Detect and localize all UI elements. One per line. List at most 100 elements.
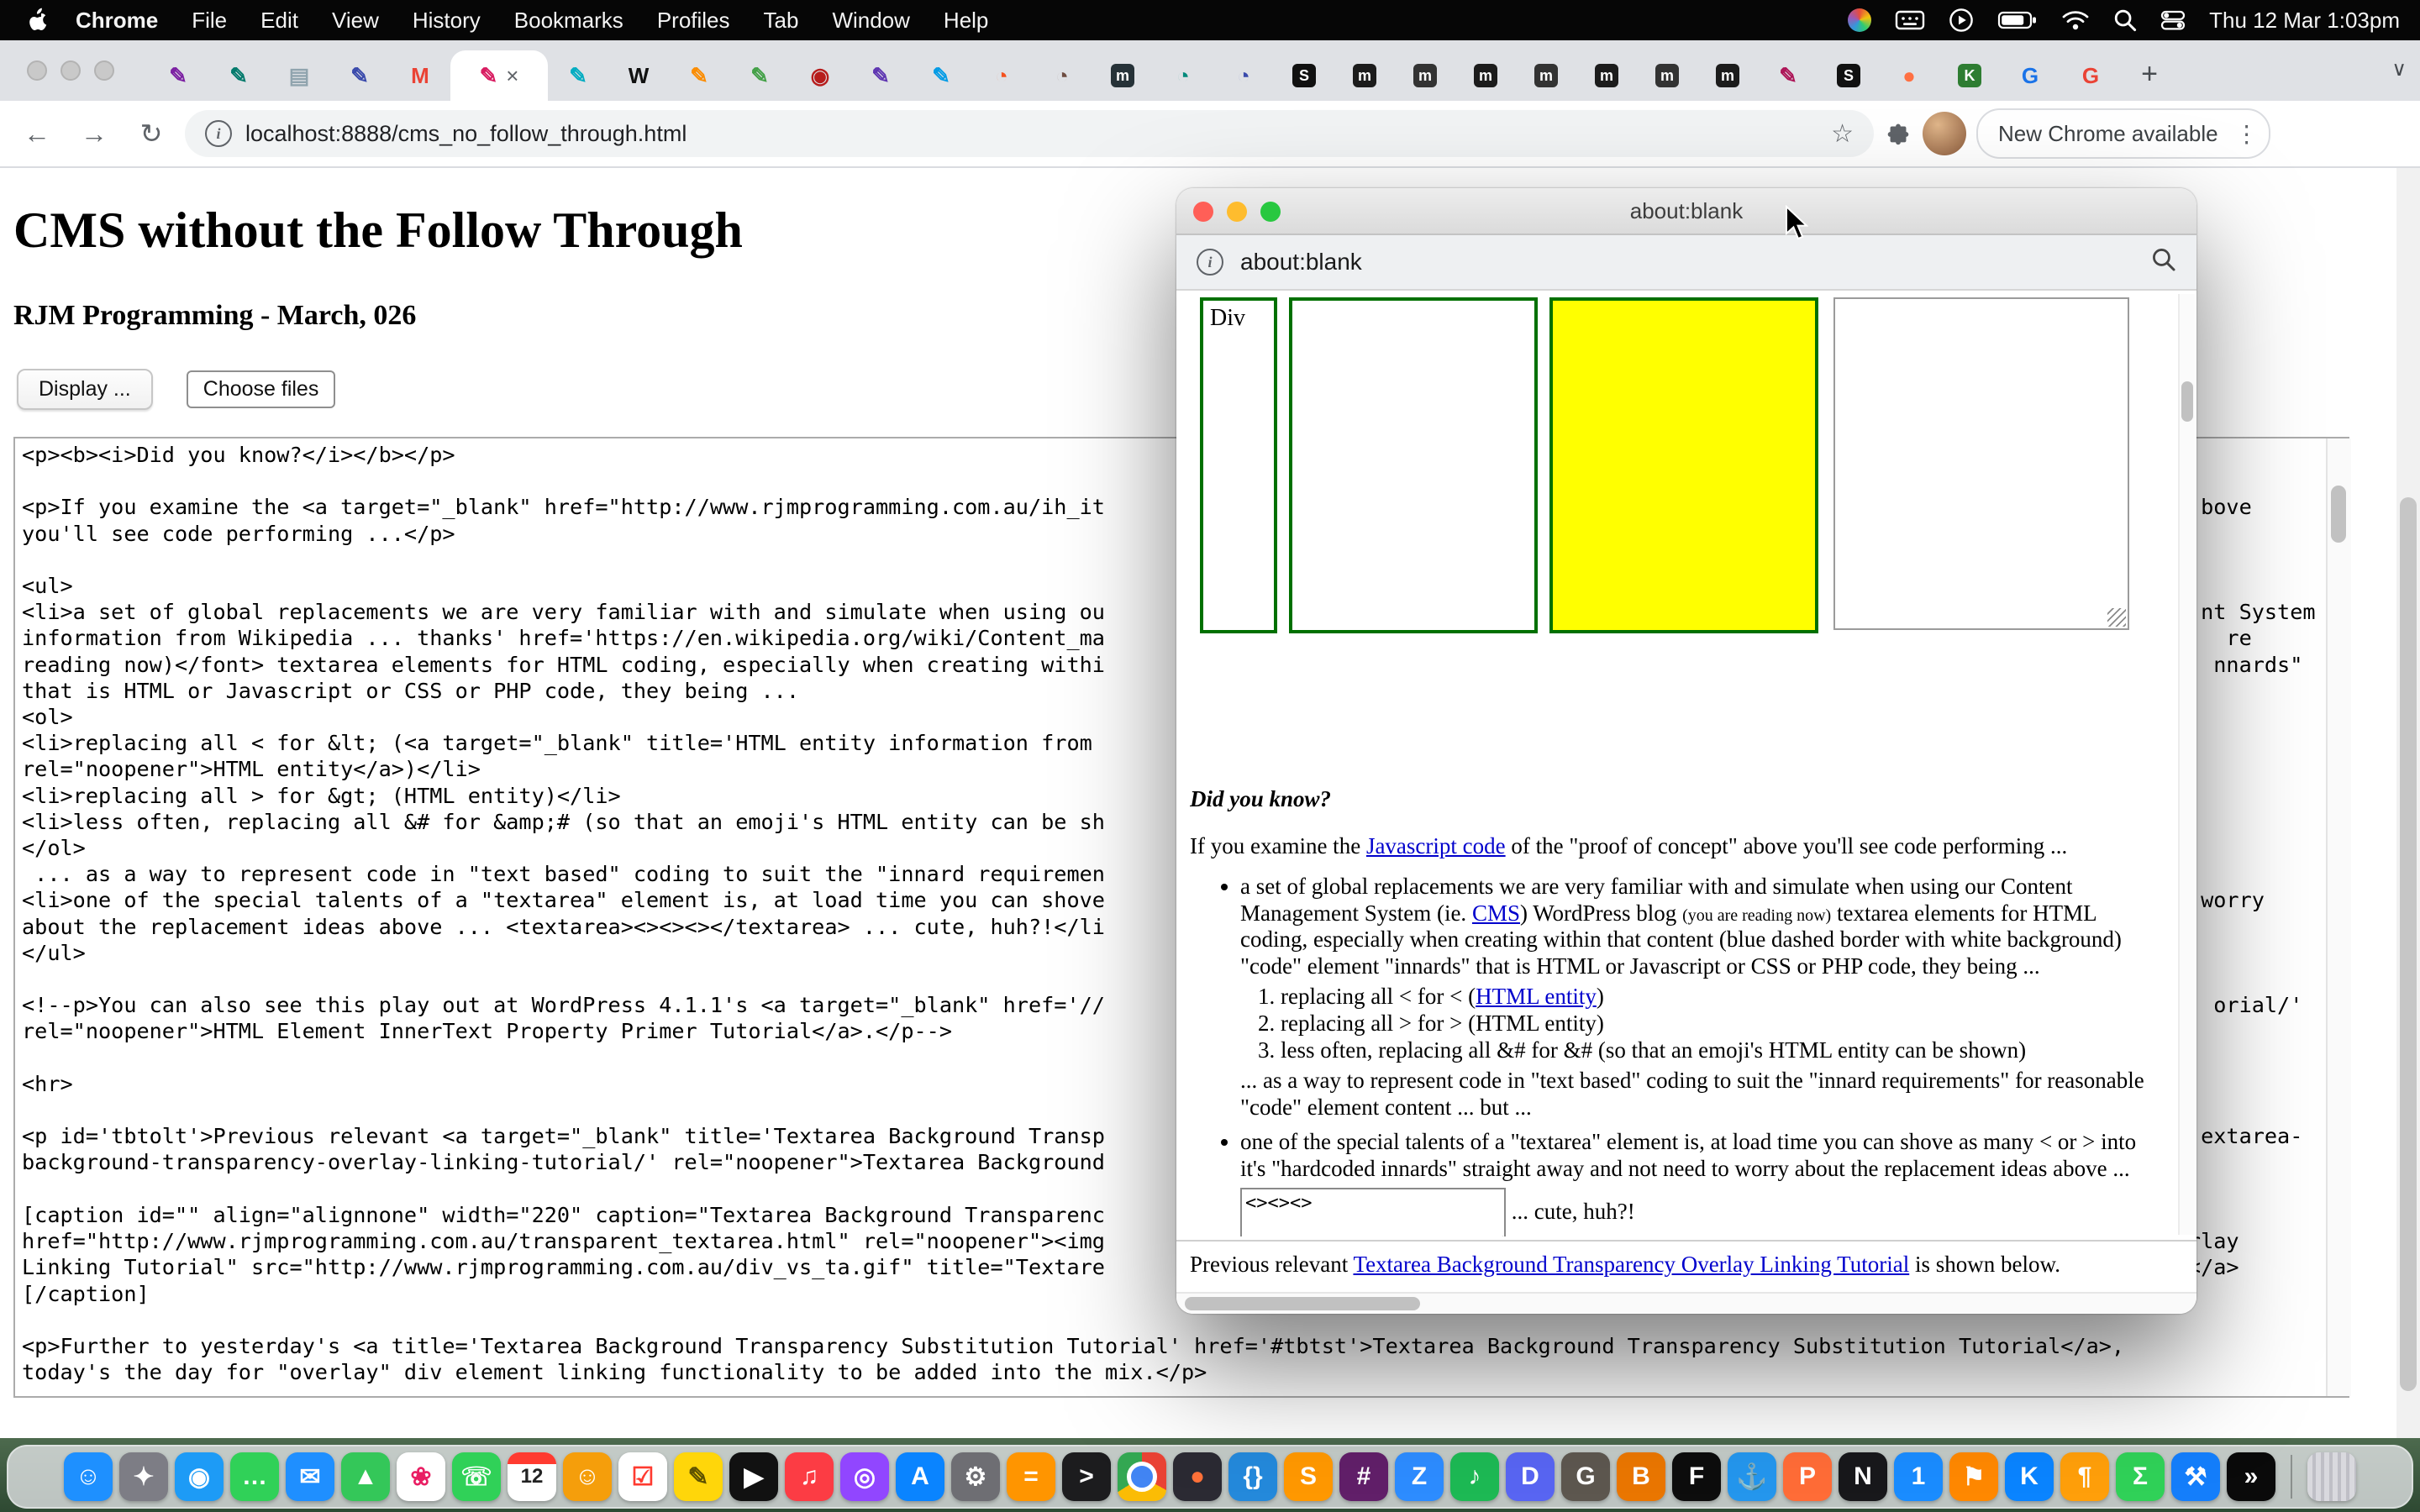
popup-zoom-button[interactable] (1260, 202, 1281, 222)
dock-app-finder[interactable]: ☺ (64, 1452, 113, 1501)
tab[interactable]: ✎ (148, 50, 208, 101)
popup-demo-textarea[interactable] (1833, 297, 2129, 630)
tab[interactable]: m (1092, 50, 1153, 101)
menu-item-view[interactable]: View (315, 8, 396, 34)
dock-app-calculator[interactable]: = (1007, 1452, 1055, 1501)
tab[interactable]: ✎ (208, 50, 269, 101)
menu-item-help[interactable]: Help (927, 8, 1005, 34)
page-scrollbar-thumb[interactable] (2400, 497, 2417, 1391)
profile-avatar[interactable] (1923, 112, 1966, 155)
javascript-code-link[interactable]: Javascript code (1366, 833, 1506, 858)
window-zoom-button[interactable] (94, 60, 114, 81)
tab[interactable]: S (1274, 50, 1334, 101)
textarea-scrollbar[interactable] (2326, 438, 2351, 1396)
dock-app-tv[interactable]: ▶ (729, 1452, 778, 1501)
dock-app-vlc[interactable]: ⚑ (1949, 1452, 1998, 1501)
dock-app-notes[interactable]: ✎ (674, 1452, 723, 1501)
tab[interactable]: ✎ (850, 50, 911, 101)
tab[interactable]: m (1637, 50, 1697, 101)
dock-app-xcode[interactable]: ⚒ (2171, 1452, 2220, 1501)
dock-app-docker[interactable]: ⚓ (1728, 1452, 1776, 1501)
url-text[interactable]: localhost:8888/cms_no_follow_through.htm… (245, 121, 687, 147)
tab[interactable]: ◔ (1153, 50, 1213, 101)
apple-logo[interactable] (27, 8, 49, 33)
dock-app-mail[interactable]: ✉ (286, 1452, 334, 1501)
dock-app-numbers[interactable]: Σ (2116, 1452, 2165, 1501)
menubar-app-icon[interactable] (1848, 8, 1871, 32)
display-button[interactable]: Display ... (17, 369, 153, 410)
menu-item-edit[interactable]: Edit (244, 8, 315, 34)
popup-horizontal-scrollbar-thumb[interactable] (1185, 1297, 1420, 1310)
tab[interactable]: ✎ (911, 50, 971, 101)
dock-app-music[interactable]: ♫ (785, 1452, 834, 1501)
previous-tutorial-link[interactable]: Textarea Background Transparency Overlay… (1353, 1252, 1909, 1277)
dock-app-facetime[interactable]: ☏ (452, 1452, 501, 1501)
dock-app-trash[interactable] (2307, 1452, 2356, 1501)
dock-app-slack[interactable]: # (1339, 1452, 1388, 1501)
menu-item-tab[interactable]: Tab (747, 8, 816, 34)
dock-app-messages[interactable]: … (230, 1452, 279, 1501)
dock-app-postman[interactable]: P (1783, 1452, 1832, 1501)
tab[interactable]: ✎ (729, 50, 790, 101)
site-info-icon[interactable]: i (205, 120, 232, 147)
search-icon[interactable] (2113, 8, 2137, 32)
menu-item-history[interactable]: History (396, 8, 497, 34)
popup-minimize-button[interactable] (1227, 202, 1247, 222)
menu-item-profiles[interactable]: Profiles (640, 8, 747, 34)
tab[interactable]: m (1395, 50, 1455, 101)
tab[interactable]: ✎ (669, 50, 729, 101)
popup-horizontal-scrollbar[interactable] (1176, 1292, 2196, 1314)
bookmark-star-icon[interactable]: ☆ (1831, 119, 1854, 149)
dock-app-settings[interactable]: ⚙ (951, 1452, 1000, 1501)
menubar-clock[interactable]: Thu 12 Mar 1:03pm (2209, 8, 2400, 34)
dock-app-notion[interactable]: N (1839, 1452, 1887, 1501)
more-menu-icon[interactable]: ⋮ (2235, 120, 2259, 148)
tab[interactable]: S (1818, 50, 1879, 101)
dock-app-zoom[interactable]: Z (1395, 1452, 1444, 1501)
popup-close-button[interactable] (1193, 202, 1213, 222)
tab[interactable]: ◔ (1032, 50, 1092, 101)
popup-zoom-search-icon[interactable] (2151, 247, 2176, 278)
dock-app-spotify[interactable]: ♪ (1450, 1452, 1499, 1501)
dock-app-appstore[interactable]: A (896, 1452, 944, 1501)
tab[interactable]: ◉ (790, 50, 850, 101)
menu-item-chrome[interactable]: Chrome (59, 8, 175, 34)
choose-files-button[interactable]: Choose files (187, 370, 336, 408)
tab[interactable]: ✎ (548, 50, 608, 101)
dock-app-terminal[interactable]: > (1062, 1452, 1111, 1501)
dock-app-blender[interactable]: B (1617, 1452, 1665, 1501)
dock-app-launchpad[interactable]: ✦ (119, 1452, 168, 1501)
dock-app-maps[interactable]: ▲ (341, 1452, 390, 1501)
tab[interactable]: m (1516, 50, 1576, 101)
cms-link[interactable]: CMS (1472, 900, 1520, 926)
battery-icon[interactable] (1997, 10, 2038, 30)
popup-urlbar[interactable]: i about:blank (1176, 235, 2196, 291)
dock-app-calendar[interactable]: 12 (508, 1452, 556, 1501)
tab[interactable]: ◔ (1213, 50, 1274, 101)
tab[interactable]: m (1576, 50, 1637, 101)
tab[interactable]: ◔ (971, 50, 1032, 101)
popup-titlebar[interactable]: about:blank (1176, 188, 2196, 235)
omnibox[interactable]: i localhost:8888/cms_no_follow_through.h… (185, 110, 1874, 157)
forward-button[interactable]: → (71, 110, 118, 157)
tab-close-icon[interactable]: × (506, 63, 518, 89)
new-tab-button[interactable]: + (2128, 52, 2171, 96)
dock-app-gimp[interactable]: G (1561, 1452, 1610, 1501)
tab-search-chevron-icon[interactable]: ∨ (2391, 57, 2407, 81)
tab[interactable]: ✎ (329, 50, 390, 101)
dock-app-discord[interactable]: D (1506, 1452, 1555, 1501)
reload-button[interactable]: ↻ (128, 110, 175, 157)
page-scrollbar[interactable] (2396, 168, 2420, 1455)
tab[interactable]: m (1697, 50, 1758, 101)
dock-app-photos[interactable]: ❀ (397, 1452, 445, 1501)
tab[interactable]: G (2060, 50, 2121, 101)
tab[interactable]: ● (1879, 50, 1939, 101)
dock-app-pages[interactable]: ¶ (2060, 1452, 2109, 1501)
tab[interactable]: m (1455, 50, 1516, 101)
tab[interactable]: M (390, 50, 450, 101)
dock-app-vscode[interactable]: {} (1228, 1452, 1277, 1501)
popup-site-info-icon[interactable]: i (1197, 249, 1223, 276)
control-center-icon[interactable] (2160, 9, 2186, 31)
window-minimize-button[interactable] (60, 60, 81, 81)
dock-app-sublime[interactable]: S (1284, 1452, 1333, 1501)
